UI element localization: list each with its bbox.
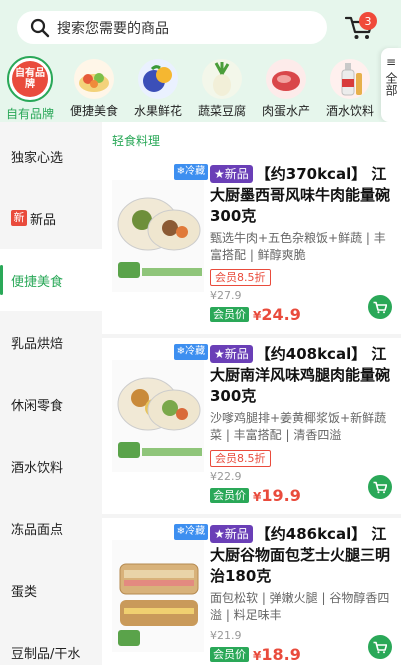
discount-tag: 会员8.5折 — [210, 269, 271, 286]
chilled-tag: ❄冷藏 — [174, 524, 208, 540]
product-desc: 沙嗲鸡腿排+姜黄椰浆饭+新鲜蔬菜 | 丰富搭配 | 清香四溢 — [210, 411, 387, 442]
sidebar-item-frozen[interactable]: 冻品面点 — [0, 497, 102, 559]
product-image — [112, 180, 204, 292]
sidebar-item-exclusive[interactable]: 独家心选 — [0, 125, 102, 187]
cart-icon — [373, 641, 387, 653]
discount-tag: 会员8.5折 — [210, 450, 271, 467]
product-desc: 甄选牛肉+五色杂粮饭+鲜蔬 | 丰富搭配 | 鲜醇爽脆 — [210, 231, 386, 262]
product-desc: 面包松软 | 弹嫩火腿 | 谷物醇香四溢 | 料足味丰 — [210, 591, 390, 622]
category-label: 便捷美食 — [69, 104, 118, 118]
new-badge: ★新品 — [210, 345, 253, 363]
product-image — [112, 360, 204, 472]
product-card[interactable]: ❄冷藏 ★新品 【约370kcal】 江大厨墨西哥风味牛肉能量碗300克 甄选牛肉… — [102, 158, 401, 336]
category-bar: 自有品牌 自有品牌 便捷美食 水果鲜花 蔬菜豆腐 肉蛋水产 酒水饮料 — [0, 56, 380, 122]
product-card[interactable]: ❄冷藏 ★新品 【约408kcal】 江大厨南洋风味鸡腿肉能量碗300克 沙嗲鸡腿… — [102, 338, 401, 516]
vegetable-icon — [202, 59, 242, 99]
category-label: 自有品牌 — [5, 107, 54, 121]
cart-icon — [373, 481, 387, 493]
sidebar-item-label: 休闲零食 — [11, 398, 64, 414]
menu-icon: ≡ — [385, 55, 397, 69]
sidebar-item-snacks[interactable]: 休闲零食 — [0, 373, 102, 435]
product-title: ★新品 【约486kcal】 江大厨谷物面包芝士火腿三明治180克 — [210, 524, 396, 587]
sidebar-item-tofu-dry[interactable]: 豆制品/干水 — [0, 621, 102, 665]
category-own-brand[interactable]: 自有品牌 自有品牌 — [0, 56, 60, 122]
original-price: ¥27.9 — [210, 289, 242, 302]
all-categories-button[interactable]: ≡ 全部 — [381, 48, 401, 122]
product-card[interactable]: ❄冷藏 ★新品 【约486kcal】 江大厨谷物面包芝士火腿三明治180克 面包松… — [102, 518, 401, 665]
sidebar-item-label: 便捷美食 — [11, 274, 64, 290]
original-price: ¥21.9 — [210, 629, 242, 642]
member-price-label: 会员价 — [210, 488, 249, 503]
own-brand-icon: 自有品牌 — [7, 56, 53, 102]
new-badge: ★新品 — [210, 165, 253, 183]
sidebar-item-eggs[interactable]: 蛋类 — [0, 559, 102, 621]
product-image — [112, 540, 204, 652]
quick-food-icon — [74, 59, 114, 99]
category-label: 酒水饮料 — [325, 104, 374, 118]
section-title: 轻食料理 — [112, 134, 161, 148]
search-icon — [30, 18, 50, 37]
meat-icon — [266, 59, 306, 99]
member-price-label: 会员价 — [210, 647, 249, 662]
search-bar[interactable]: 搜索您需要的商品 — [17, 11, 327, 44]
sidebar-item-dairy-bakery[interactable]: 乳品烘焙 — [0, 311, 102, 373]
cart-icon — [373, 301, 387, 313]
sidebar-item-label: 乳品烘焙 — [11, 336, 64, 352]
category-sidebar: 独家心选 新新品 便捷美食 乳品烘焙 休闲零食 酒水饮料 冻品面点 蛋类 豆制品… — [0, 122, 102, 665]
member-price: ¥24.9 — [253, 305, 301, 324]
category-label: 肉蛋水产 — [261, 104, 310, 118]
sidebar-item-new[interactable]: 新新品 — [0, 187, 102, 249]
category-veg-tofu[interactable]: 蔬菜豆腐 — [192, 56, 252, 119]
member-price: ¥18.9 — [253, 645, 301, 664]
new-tag-icon: 新 — [11, 210, 27, 226]
price-value: 19.9 — [261, 486, 301, 505]
search-placeholder: 搜索您需要的商品 — [57, 20, 169, 37]
category-drinks[interactable]: 酒水饮料 — [320, 56, 380, 119]
original-price: ¥22.9 — [210, 470, 242, 483]
chilled-tag: ❄冷藏 — [174, 164, 208, 180]
member-price: ¥19.9 — [253, 486, 301, 505]
category-fruit-flowers[interactable]: 水果鲜花 — [128, 56, 188, 119]
sidebar-item-label: 豆制品/干水 — [11, 646, 81, 662]
new-badge: ★新品 — [210, 525, 253, 543]
header: 搜索您需要的商品 3 自有品牌 自有品牌 便捷美食 水果鲜花 蔬菜豆腐 肉蛋水产… — [0, 0, 401, 122]
add-to-cart-button[interactable] — [368, 475, 392, 499]
product-list: 轻食料理 ❄冷藏 ★新品 【约370kcal】 江大厨墨西哥风味牛肉能量碗300克… — [102, 122, 401, 665]
member-price-row: 会员价 ¥19.9 — [210, 486, 301, 505]
add-to-cart-button[interactable] — [368, 635, 392, 659]
member-price-label: 会员价 — [210, 307, 249, 322]
sidebar-item-label: 新品 — [30, 212, 57, 228]
member-price-row: 会员价 ¥24.9 — [210, 305, 301, 324]
category-label: 蔬菜豆腐 — [197, 104, 246, 118]
price-value: 24.9 — [261, 305, 301, 324]
own-brand-logo: 自有品牌 — [12, 61, 48, 97]
all-categories-label: 全部 — [384, 72, 398, 96]
drink-icon — [330, 59, 370, 99]
sidebar-item-drinks[interactable]: 酒水饮料 — [0, 435, 102, 497]
price-value: 18.9 — [261, 645, 301, 664]
fruit-icon — [138, 59, 178, 99]
product-title: ★新品 【约408kcal】 江大厨南洋风味鸡腿肉能量碗300克 — [210, 344, 396, 407]
sidebar-item-label: 冻品面点 — [11, 522, 64, 538]
category-meat-seafood[interactable]: 肉蛋水产 — [256, 56, 316, 119]
sidebar-item-label: 蛋类 — [11, 584, 38, 600]
category-label: 水果鲜花 — [133, 104, 182, 118]
sidebar-item-label: 酒水饮料 — [11, 460, 64, 476]
sidebar-item-label: 独家心选 — [11, 150, 64, 166]
cart-count-badge: 3 — [359, 12, 377, 30]
member-price-row: 会员价 ¥18.9 — [210, 645, 301, 664]
sidebar-item-quick-food[interactable]: 便捷美食 — [0, 249, 102, 311]
chilled-tag: ❄冷藏 — [174, 344, 208, 360]
category-quick-food[interactable]: 便捷美食 — [64, 56, 124, 119]
product-title: ★新品 【约370kcal】 江大厨墨西哥风味牛肉能量碗300克 — [210, 164, 396, 227]
add-to-cart-button[interactable] — [368, 295, 392, 319]
